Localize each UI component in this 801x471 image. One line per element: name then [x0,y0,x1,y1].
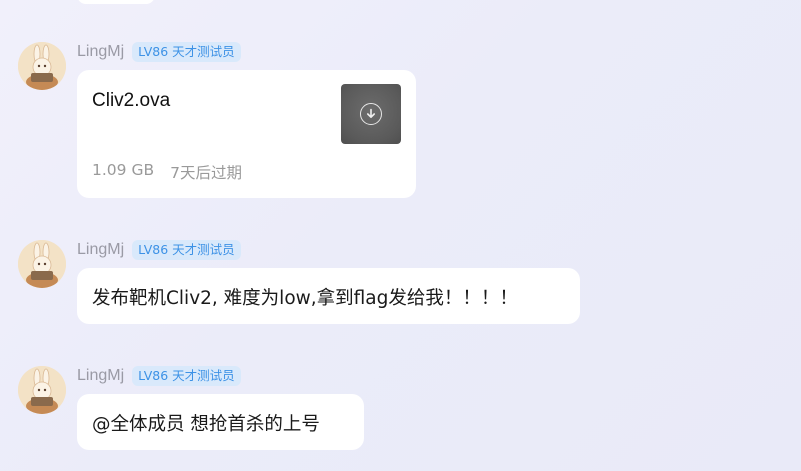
message-text: 发布靶机Cliv2, 难度为low,拿到flag发给我！！！！ [92,288,518,309]
download-icon [360,103,382,125]
member-level-badge: LV86 天才测试员 [132,240,241,260]
file-message-bubble[interactable]: Cliv2.ova 1.09 GB 7天后过期 [77,70,416,198]
message-text: @全体成员 想抢首杀的上号 [92,414,320,435]
file-size: 1.09 GB [92,161,155,179]
file-name: Cliv2.ova [92,90,171,111]
avatar[interactable] [18,240,66,288]
sender-name[interactable]: LingMj [77,367,124,385]
member-level-badge: LV86 天才测试员 [132,366,241,386]
previous-message-bubble [77,0,155,4]
sender-name[interactable]: LingMj [77,43,124,61]
text-message-bubble[interactable]: @全体成员 想抢首杀的上号 [77,394,364,450]
sender-name[interactable]: LingMj [77,241,124,259]
file-download-button[interactable] [341,84,401,144]
avatar[interactable] [18,366,66,414]
member-level-badge: LV86 天才测试员 [132,42,241,62]
file-expiry: 7天后过期 [170,164,242,182]
text-message-bubble[interactable]: 发布靶机Cliv2, 难度为low,拿到flag发给我！！！！ [77,268,580,324]
avatar[interactable] [18,42,66,90]
